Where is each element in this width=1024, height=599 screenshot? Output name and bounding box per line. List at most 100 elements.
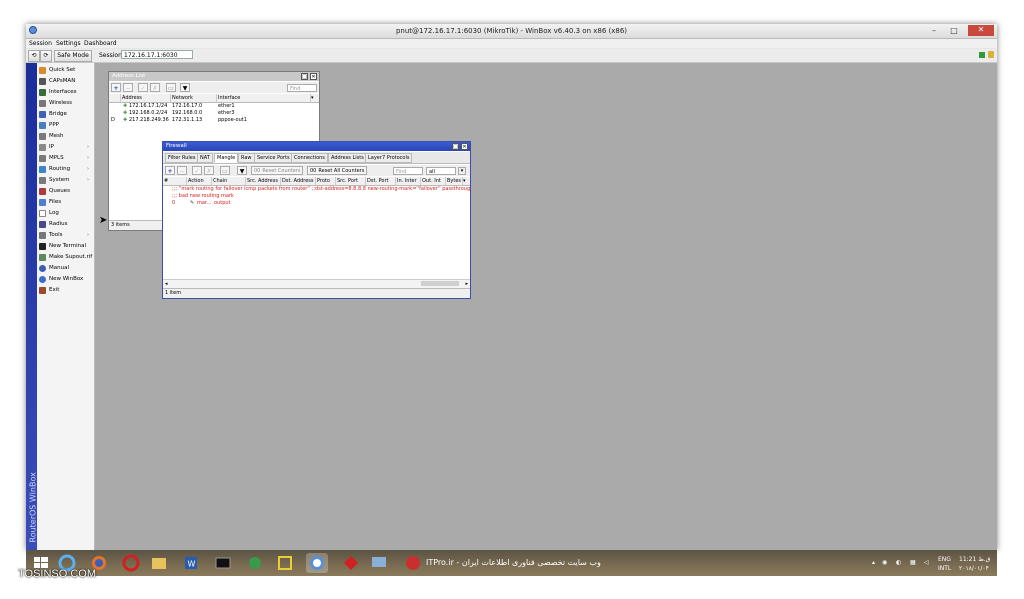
remove-icon[interactable]: − — [177, 166, 187, 175]
rule-comment[interactable]: ;;; ''mark routing for failover icmp pac… — [163, 186, 470, 193]
tab-raw[interactable]: Raw — [238, 153, 255, 163]
sidebar-item-ip[interactable]: IP › — [37, 142, 94, 153]
opera-icon[interactable] — [120, 553, 142, 573]
filter-icon[interactable]: ▼ — [180, 83, 190, 92]
sidebar-item-manual[interactable]: Manual — [37, 263, 94, 274]
session-input[interactable]: 172.16.17.1:6030 — [121, 50, 193, 59]
tab-service-ports[interactable]: Service Ports — [254, 153, 293, 163]
sidebar-item-interfaces[interactable]: Interfaces — [37, 87, 94, 98]
scroll-right-icon[interactable]: ▸ — [465, 280, 468, 288]
comment-icon[interactable]: ▭ — [220, 166, 230, 175]
column-dst-port[interactable]: Dst. Port — [366, 177, 396, 185]
sidebar-item-quick-set[interactable]: Quick Set — [37, 65, 94, 76]
column-dst-address[interactable]: Dst. Address — [281, 177, 316, 185]
reset-counters-button[interactable]: 00 Reset Counters — [251, 166, 303, 175]
address-list-title-bar[interactable]: Address List □ ✕ — [109, 72, 319, 81]
chain-filter-select[interactable]: all — [426, 167, 456, 175]
menu-dashboard[interactable]: Dashboard — [84, 40, 117, 47]
maximize-button[interactable]: □ — [946, 26, 962, 36]
sidebar-item-bridge[interactable]: Bridge — [37, 109, 94, 120]
sidebar-item-wireless[interactable]: Wireless — [37, 98, 94, 109]
sidebar-item-new-winbox[interactable]: New WinBox — [37, 274, 94, 285]
find-input[interactable]: Find — [287, 84, 317, 92]
filter-icon[interactable]: ▼ — [237, 166, 247, 175]
reset-all-counters-button[interactable]: 00 Reset All Counters — [307, 166, 367, 175]
sidebar-item-routing[interactable]: Routing › — [37, 164, 94, 175]
chevron-up-icon[interactable]: ▴ — [872, 559, 875, 566]
column-action[interactable]: Action — [187, 177, 212, 185]
menu-session[interactable]: Session — [29, 40, 52, 47]
menu-settings[interactable]: Settings — [56, 40, 81, 47]
tray-app-icon[interactable]: ◐ — [896, 559, 901, 566]
sidebar-item-mpls[interactable]: MPLS › — [37, 153, 94, 164]
restore-button[interactable]: □ — [452, 143, 459, 150]
screen-recorder-icon[interactable] — [402, 553, 424, 573]
remove-icon[interactable]: − — [123, 83, 133, 92]
tab-connections[interactable]: Connections — [291, 153, 328, 163]
tab-layer7-protocols[interactable]: Layer7 Protocols — [365, 153, 413, 163]
rule-comment[interactable]: ;;; bad new routing mark — [163, 193, 470, 200]
add-icon[interactable]: + — [165, 166, 175, 175]
find-input[interactable]: Find — [393, 167, 423, 175]
sidebar-item-mesh[interactable]: Mesh — [37, 131, 94, 142]
network-app-icon[interactable] — [244, 553, 266, 573]
comment-icon[interactable]: ▭ — [166, 83, 176, 92]
remote-desktop-icon[interactable] — [368, 553, 390, 573]
vmware-icon[interactable] — [274, 553, 296, 573]
red-diamond-icon[interactable] — [340, 553, 362, 573]
tab-mangle[interactable]: Mangle — [214, 153, 239, 163]
column-interface[interactable]: Interface — [217, 94, 311, 102]
sidebar-item-system[interactable]: System › — [37, 175, 94, 186]
column-chain[interactable]: Chain — [212, 177, 246, 185]
table-row[interactable]: 0 ✎ mar... output — [163, 200, 470, 207]
column-flag[interactable] — [109, 94, 121, 102]
column-in-interface[interactable]: In. Inter — [396, 177, 421, 185]
sidebar-item-capsman[interactable]: CAPsMAN — [37, 76, 94, 87]
sidebar-item-make-supout[interactable]: Make Supout.rif — [37, 252, 94, 263]
sidebar-item-log[interactable]: Log — [37, 208, 94, 219]
winbox-taskbar-icon[interactable] — [306, 553, 328, 573]
minimize-button[interactable]: – — [926, 26, 942, 36]
language-top[interactable]: ENG — [938, 556, 951, 563]
network-icon[interactable]: ▦ — [910, 559, 916, 566]
scroll-left-icon[interactable]: ◂ — [165, 280, 168, 288]
column-address[interactable]: Address — [121, 94, 171, 102]
redo-button[interactable]: ⟳ — [40, 50, 52, 62]
safe-mode-button[interactable]: Safe Mode — [54, 50, 92, 62]
title-bar[interactable]: pnut@172.16.17.1:6030 (MikroTik) - WinBo… — [26, 24, 997, 39]
undo-button[interactable]: ⟲ — [28, 50, 40, 62]
add-icon[interactable]: + — [111, 83, 121, 92]
column-network[interactable]: Network — [171, 94, 217, 102]
chevron-down-icon[interactable]: ▾ — [458, 167, 466, 175]
tab-address-lists[interactable]: Address Lists — [328, 153, 367, 163]
file-explorer-icon[interactable] — [148, 553, 170, 573]
column-proto[interactable]: Proto — [316, 177, 336, 185]
column-src-port[interactable]: Src. Port — [336, 177, 366, 185]
disable-icon[interactable]: ✗ — [204, 166, 214, 175]
volume-icon[interactable]: ◁ — [924, 559, 929, 566]
clock-time[interactable]: 11:21 ق.ظ — [959, 556, 990, 563]
tab-nat[interactable]: NAT — [197, 153, 213, 163]
enable-icon[interactable]: ✓ — [138, 83, 148, 92]
close-button[interactable]: ✕ — [461, 143, 468, 150]
sidebar-item-radius[interactable]: Radius — [37, 219, 94, 230]
column-menu-icon[interactable]: ▾ — [463, 177, 466, 185]
tray-app-icon[interactable]: ◉ — [882, 559, 887, 566]
horizontal-scrollbar[interactable]: ◂ ▸ — [163, 279, 470, 288]
word-icon[interactable]: W — [180, 553, 202, 573]
restore-button[interactable]: □ — [301, 73, 308, 80]
terminal-icon[interactable] — [212, 553, 234, 573]
column-bytes[interactable]: Bytes — [446, 177, 463, 185]
table-row[interactable]: ✚ 172.16.17.1/24 172.16.17.0 ether1 — [109, 103, 319, 110]
firewall-title-bar[interactable]: Firewall □ ✕ — [163, 142, 470, 151]
sidebar-item-ppp[interactable]: PPP — [37, 120, 94, 131]
scrollbar-thumb[interactable] — [421, 281, 459, 286]
column-menu-icon[interactable]: ▾ — [311, 94, 314, 102]
sidebar-item-files[interactable]: Files — [37, 197, 94, 208]
sidebar-item-exit[interactable]: Exit — [37, 285, 94, 296]
table-row[interactable]: D ✚ 217.218.249.36 172.31.1.13 pppoe-out… — [109, 117, 319, 124]
column-src-address[interactable]: Src. Address — [246, 177, 281, 185]
close-button[interactable]: ✕ — [968, 25, 994, 36]
language-bottom[interactable]: INTL — [938, 565, 951, 572]
sidebar-item-tools[interactable]: Tools › — [37, 230, 94, 241]
